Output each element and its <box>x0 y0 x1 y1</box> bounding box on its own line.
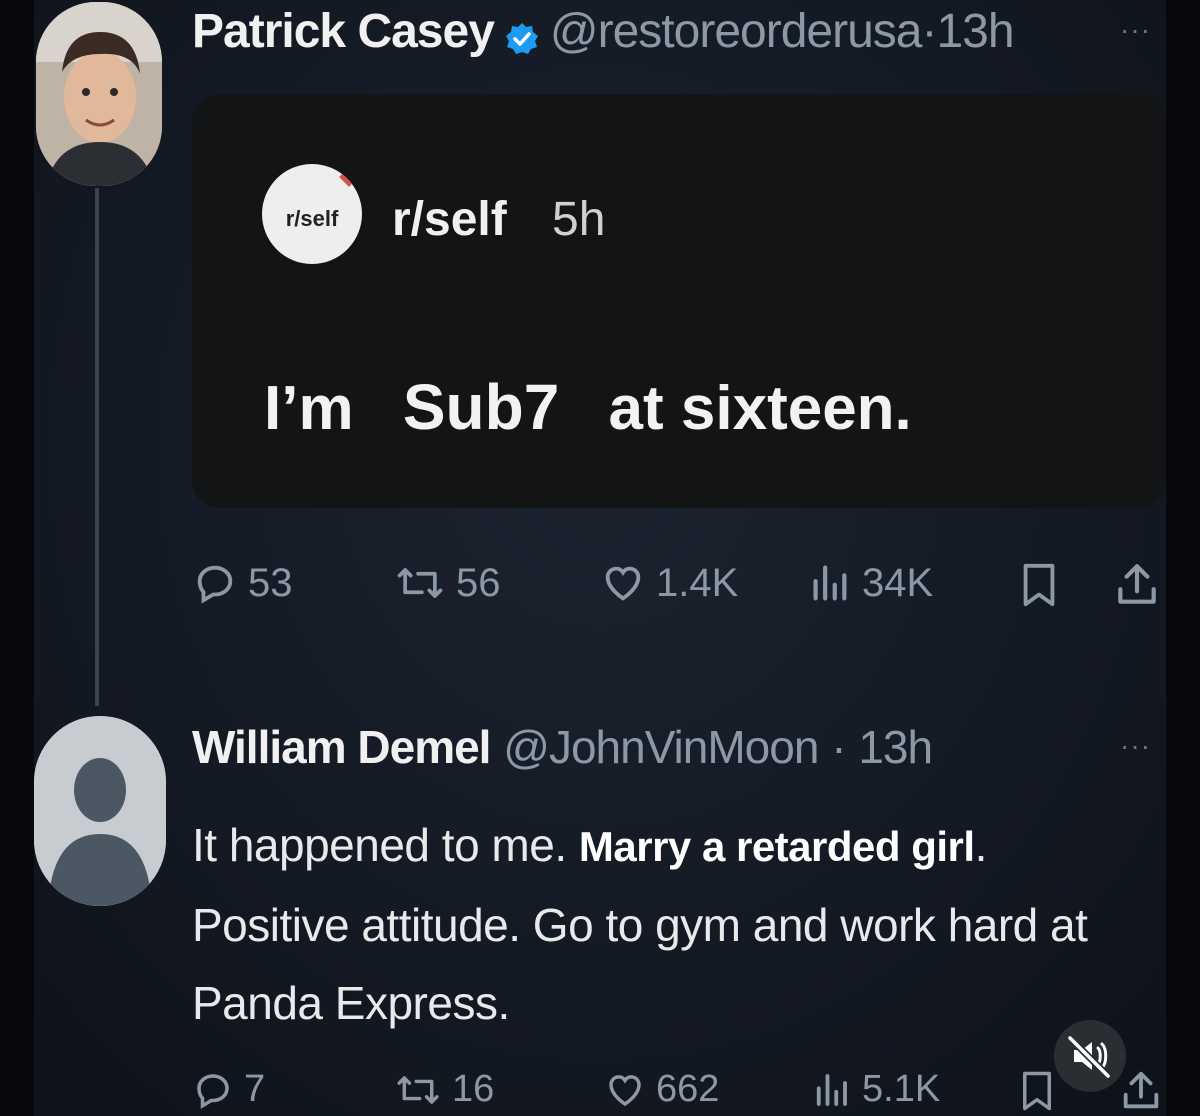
views-button[interactable]: 34K <box>806 560 933 606</box>
thread-connector-line <box>95 188 99 706</box>
repost-icon <box>397 1075 439 1104</box>
reply-count: 53 <box>248 560 293 605</box>
reply2-repost-count: 16 <box>452 1068 495 1110</box>
share-button[interactable] <box>1112 560 1162 610</box>
author-handle[interactable]: @restoreorderusa <box>550 4 923 59</box>
views-icon <box>816 1073 847 1106</box>
reply-icon <box>197 565 233 604</box>
like-count: 1.4K <box>656 560 739 605</box>
reply-button[interactable]: 53 <box>192 560 293 606</box>
repost-button[interactable]: 56 <box>394 560 501 606</box>
left-frame-border <box>0 0 34 1116</box>
reply-body-text: It happened to me. Marry a retarded girl… <box>192 806 1122 1042</box>
quoted-post-time: 5h <box>552 193 606 246</box>
subreddit-avatar-text: r/self <box>285 206 339 231</box>
verified-badge-icon <box>504 14 540 54</box>
share-icon <box>1118 564 1156 604</box>
quoted-post-text: I’m Sub7 at sixteen. <box>264 370 912 444</box>
reply2-like-count: 662 <box>656 1068 720 1110</box>
mute-toggle-button[interactable] <box>1054 1020 1126 1092</box>
bookmark-icon <box>1023 563 1055 607</box>
bookmark-icon <box>1023 1071 1051 1111</box>
reply2-like-button[interactable]: 662 <box>604 1068 719 1111</box>
more-options-icon[interactable]: ··· <box>1120 14 1151 46</box>
subreddit-avatar: r/self <box>262 164 362 264</box>
reply-author-name[interactable]: William Demel <box>192 721 491 773</box>
tweet2-header: William Demel @JohnVinMoon · 13h <box>192 720 933 774</box>
header-separator: · <box>921 5 937 58</box>
post-time[interactable]: 13h <box>936 4 1014 59</box>
heart-icon <box>609 1074 641 1106</box>
reply-header-separator: · <box>831 721 846 773</box>
reply-icon <box>197 1073 229 1109</box>
quoted-text-overlay-word: Sub7 <box>402 371 560 443</box>
tweet1-header: Patrick Casey @restoreorderusa · 13h <box>192 4 1015 59</box>
reply2-bookmark-button[interactable] <box>1016 1068 1058 1114</box>
muted-speaker-icon <box>1067 1035 1111 1079</box>
bookmark-button[interactable] <box>1016 560 1062 610</box>
author-name[interactable]: Patrick Casey <box>192 4 495 59</box>
reply-more-options-icon[interactable]: ··· <box>1120 730 1151 762</box>
author-avatar[interactable] <box>36 2 162 186</box>
reply2-views-button[interactable]: 5.1K <box>810 1068 940 1111</box>
reply-time[interactable]: 13h <box>858 721 933 773</box>
reply2-reply-button[interactable]: 7 <box>192 1068 265 1111</box>
reply-author-handle[interactable]: @JohnVinMoon <box>503 721 819 773</box>
reply2-repost-button[interactable]: 16 <box>394 1068 494 1111</box>
reply-text-before: It happened to me. <box>192 819 579 871</box>
right-frame-border <box>1166 0 1200 1116</box>
heart-icon <box>605 566 641 601</box>
repost-count: 56 <box>456 560 501 605</box>
subreddit-name: r/self <box>392 193 507 246</box>
view-count: 34K <box>862 560 934 605</box>
quoted-post-card[interactable]: r/self r/self 5h I’m Sub7 at sixteen. <box>192 94 1166 508</box>
reply-text-overlay: Marry a retarded girl <box>578 823 975 870</box>
quoted-text-after: at sixteen. <box>608 374 912 443</box>
reply-author-avatar[interactable] <box>34 716 166 906</box>
repost-icon <box>397 568 443 598</box>
reply2-view-count: 5.1K <box>862 1068 941 1110</box>
like-button[interactable]: 1.4K <box>600 560 738 606</box>
views-icon <box>813 565 847 601</box>
quoted-text-before: I’m <box>264 374 354 443</box>
reply2-reply-count: 7 <box>244 1068 266 1110</box>
subreddit-avatar-flag-icon <box>339 167 359 187</box>
